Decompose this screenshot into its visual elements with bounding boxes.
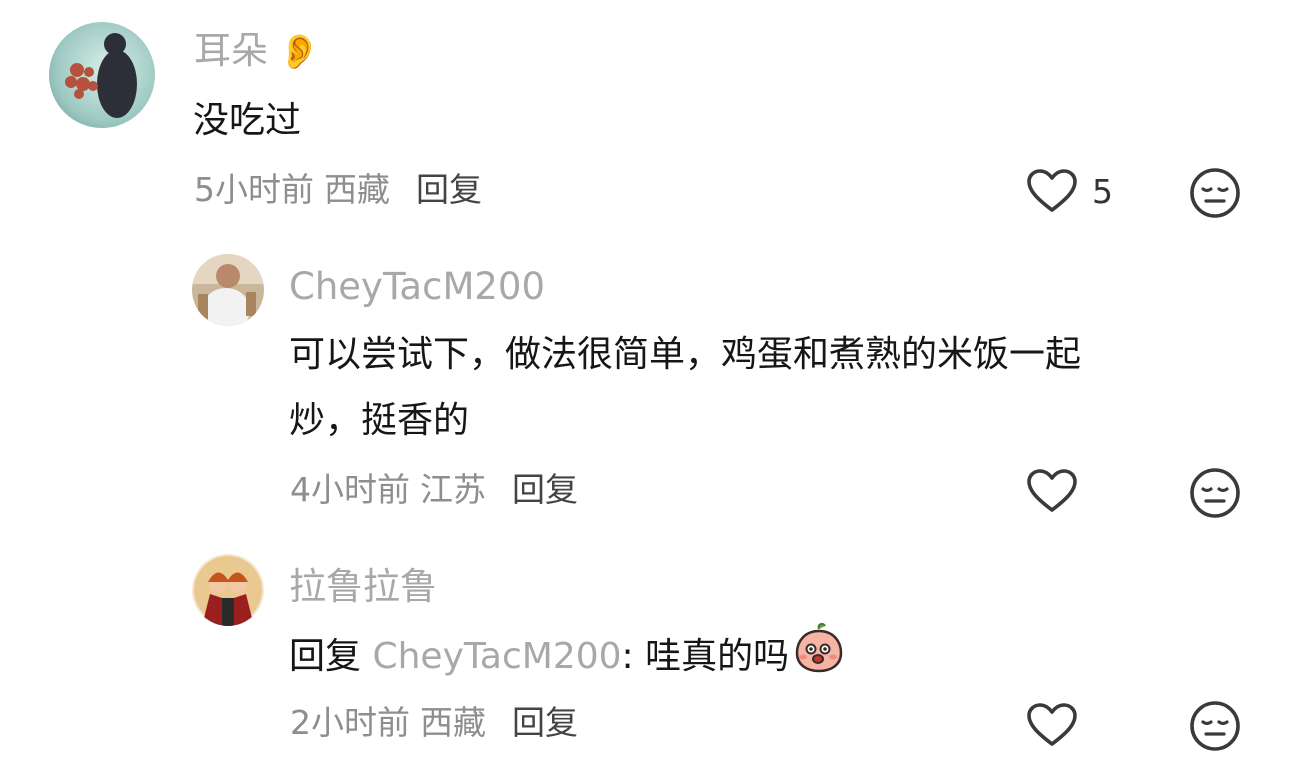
comment-text: 没吃过: [193, 100, 302, 141]
like-button[interactable]: [1026, 468, 1078, 514]
comment-text-line: 炒，挺香的: [289, 400, 470, 441]
comment-text: 可以尝试下，做法很简单，鸡蛋和煮熟的米饭一起 炒，挺香的: [289, 322, 1081, 454]
comment-meta: 5小时前 西藏 回复: [194, 173, 482, 206]
ear-emoji-icon: 👂: [278, 32, 321, 72]
reply-mention[interactable]: CheyTacM200: [372, 636, 621, 677]
username[interactable]: 耳朵 👂: [194, 32, 320, 69]
comment-location: 西藏: [324, 170, 390, 209]
like-button[interactable]: 5: [1026, 168, 1113, 214]
reply-button[interactable]: 回复: [512, 470, 578, 509]
comment-time: 4小时前: [290, 470, 410, 509]
heart-outline-icon: [1027, 703, 1077, 746]
meh-face-icon: [1190, 168, 1240, 218]
dislike-button[interactable]: [1189, 467, 1241, 519]
dislike-button[interactable]: [1189, 700, 1241, 752]
comment-time: 2小时前: [290, 703, 410, 742]
like-count: 5: [1092, 171, 1113, 211]
avatar[interactable]: [49, 22, 155, 128]
username[interactable]: 拉鲁拉鲁: [289, 568, 437, 605]
meh-face-icon: [1190, 468, 1240, 518]
comment-time: 5小时前: [194, 170, 314, 209]
comment-list: 耳朵 👂 没吃过 5小时前 西藏 回复 5 CheyTacM200 可以尝试下，…: [0, 0, 1290, 758]
avatar[interactable]: [192, 254, 264, 326]
comment-meta: 2小时前 西藏 回复: [290, 706, 578, 739]
reply-button[interactable]: 回复: [512, 703, 578, 742]
heart-outline-icon: [1027, 169, 1077, 212]
comment-meta: 4小时前 江苏 回复: [290, 473, 578, 506]
comment-text: 回复 CheyTacM200: 哇真的吗: [289, 621, 845, 695]
meh-face-icon: [1190, 701, 1240, 751]
avatar[interactable]: [192, 554, 264, 626]
comment-text-line: 可以尝试下，做法很简单，鸡蛋和煮熟的米饭一起: [289, 334, 1082, 375]
reply-button[interactable]: 回复: [416, 170, 482, 209]
like-button[interactable]: [1026, 702, 1078, 748]
reply-prefix: 回复: [289, 636, 362, 677]
comment-location: 江苏: [420, 470, 486, 509]
heart-outline-icon: [1027, 469, 1077, 512]
username[interactable]: CheyTacM200: [289, 268, 545, 305]
peach-sticker-icon: [793, 621, 845, 695]
comment-text-body: : 哇真的吗: [621, 636, 790, 677]
comment-location: 西藏: [420, 703, 486, 742]
username-text: 耳朵: [194, 29, 268, 72]
dislike-button[interactable]: [1189, 167, 1241, 219]
